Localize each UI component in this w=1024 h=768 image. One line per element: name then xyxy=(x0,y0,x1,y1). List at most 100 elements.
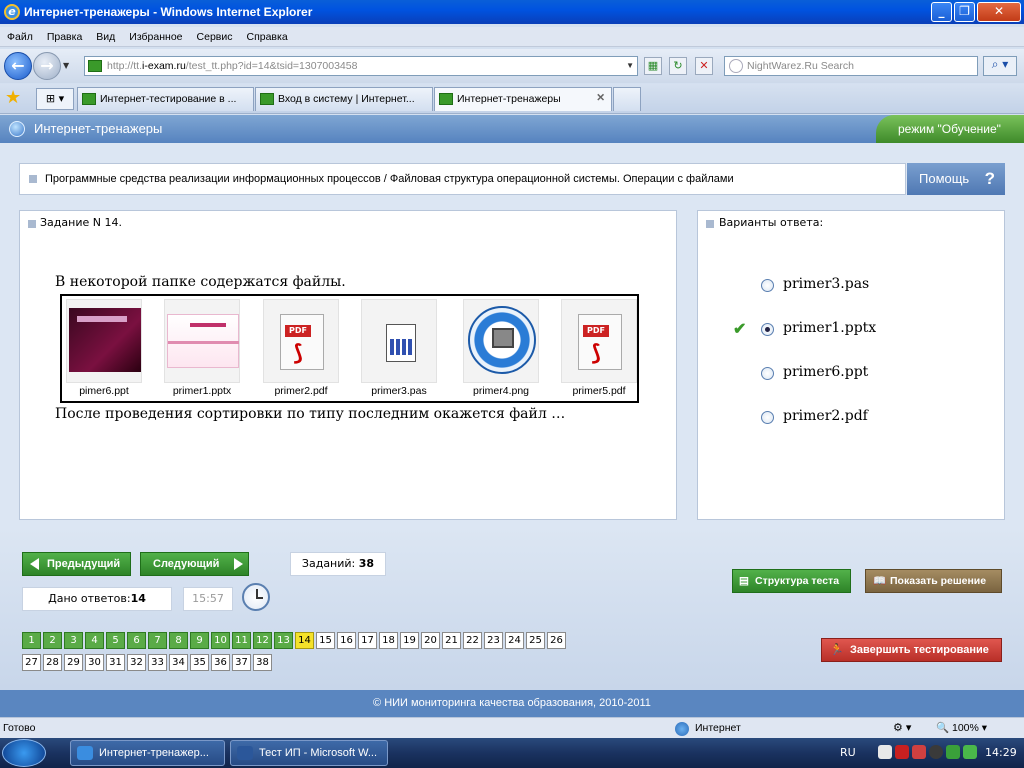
antivirus-icon[interactable] xyxy=(895,745,909,759)
radio-button[interactable] xyxy=(761,367,774,380)
question-number-button[interactable]: 38 xyxy=(253,654,272,671)
history-dropdown-icon[interactable]: ▼ xyxy=(63,61,69,70)
question-number-button[interactable]: 1 xyxy=(22,632,41,649)
compatibility-icon[interactable]: ▦ xyxy=(644,57,662,75)
tray-app-icon[interactable] xyxy=(912,745,926,759)
answer-option[interactable]: primer6.ppt xyxy=(761,364,868,384)
question-number-button[interactable]: 36 xyxy=(211,654,230,671)
menu-favorites[interactable]: Избранное xyxy=(122,27,189,43)
menu-file[interactable]: Файл xyxy=(0,27,40,43)
search-provider-icon xyxy=(729,59,743,73)
tab-exam[interactable]: Интернет-тестирование в ... xyxy=(77,87,254,111)
language-indicator[interactable]: RU xyxy=(840,746,856,759)
radio-button[interactable] xyxy=(761,323,774,336)
question-number-button[interactable]: 10 xyxy=(211,632,230,649)
answer-option[interactable]: ✔ primer1.pptx xyxy=(733,319,876,340)
tab-trainers[interactable]: Интернет-тренажеры ✕ xyxy=(434,87,612,111)
question-number-button[interactable]: 25 xyxy=(526,632,545,649)
question-number-button[interactable]: 33 xyxy=(148,654,167,671)
question-number-button[interactable]: 12 xyxy=(253,632,272,649)
tray-app-icon[interactable] xyxy=(963,745,977,759)
question-number-button[interactable]: 34 xyxy=(169,654,188,671)
favorites-star-icon[interactable]: ★ xyxy=(5,87,21,108)
menu-bar: Файл Правка Вид Избранное Сервис Справка xyxy=(0,27,1024,47)
address-dropdown-icon[interactable]: ▼ xyxy=(626,57,634,75)
question-number-button[interactable]: 8 xyxy=(169,632,188,649)
menu-edit[interactable]: Правка xyxy=(40,27,89,43)
radio-button[interactable] xyxy=(761,279,774,292)
question-number-button[interactable]: 17 xyxy=(358,632,377,649)
question-number-button[interactable]: 37 xyxy=(232,654,251,671)
tab-login[interactable]: Вход в систему | Интернет... xyxy=(255,87,433,111)
search-button[interactable]: ⌕ ▾ xyxy=(983,56,1017,76)
question-number-button[interactable]: 24 xyxy=(505,632,524,649)
window-title: Интернет-тренажеры - Windows Internet Ex… xyxy=(24,5,313,19)
protected-mode-icon[interactable]: ⚙ ▾ xyxy=(893,721,911,734)
question-number-button[interactable]: 28 xyxy=(43,654,62,671)
menu-tools[interactable]: Сервис xyxy=(190,27,240,43)
start-button[interactable] xyxy=(2,739,46,767)
olympiad-logo-icon xyxy=(468,306,536,374)
file-thumb: primer1.pptx xyxy=(163,299,241,399)
back-button[interactable]: ← xyxy=(4,52,32,80)
internet-zone-icon xyxy=(675,722,689,736)
question-number-button[interactable]: 7 xyxy=(148,632,167,649)
tasks-count: Заданий: 38 xyxy=(290,552,386,576)
finish-test-button[interactable]: 🏃 Завершить тестирование xyxy=(821,638,1002,662)
radio-button[interactable] xyxy=(761,411,774,424)
forward-button[interactable]: → xyxy=(33,52,61,80)
question-number-button[interactable]: 4 xyxy=(85,632,104,649)
question-number-button[interactable]: 13 xyxy=(274,632,293,649)
refresh-icon[interactable]: ↻ xyxy=(669,57,687,75)
task-header: Задание N 14. xyxy=(40,216,122,229)
question-number-button[interactable]: 3 xyxy=(64,632,83,649)
question-number-button[interactable]: 21 xyxy=(442,632,461,649)
question-number-button[interactable]: 9 xyxy=(190,632,209,649)
question-number-button[interactable]: 16 xyxy=(337,632,356,649)
question-number-button[interactable]: 35 xyxy=(190,654,209,671)
question-number-button[interactable]: 14 xyxy=(295,632,314,649)
tray-app-icon[interactable] xyxy=(946,745,960,759)
minimize-button[interactable]: _ xyxy=(931,2,952,22)
question-number-button[interactable]: 15 xyxy=(316,632,335,649)
taskbar-item-browser[interactable]: Интернет-тренажер... xyxy=(70,740,225,766)
question-number-button[interactable]: 5 xyxy=(106,632,125,649)
tab-close-icon[interactable]: ✕ xyxy=(596,92,605,104)
question-number-button[interactable]: 30 xyxy=(85,654,104,671)
question-number-button[interactable]: 26 xyxy=(547,632,566,649)
question-number-button[interactable]: 27 xyxy=(22,654,41,671)
address-input[interactable]: http://tt.i-exam.ru/test_tt.php?id=14&ts… xyxy=(84,56,638,76)
maximize-button[interactable]: ❐ xyxy=(954,2,975,22)
quick-tabs-icon[interactable]: ⊞ ▾ xyxy=(36,88,74,110)
tray-app-icon[interactable] xyxy=(878,745,892,759)
help-button[interactable]: Помощь ? xyxy=(907,163,1005,195)
question-number-button[interactable]: 29 xyxy=(64,654,83,671)
test-structure-button[interactable]: ▤ Структура теста xyxy=(732,569,851,593)
question-number-button[interactable]: 23 xyxy=(484,632,503,649)
stop-icon[interactable]: ✕ xyxy=(695,57,713,75)
question-number-button[interactable]: 2 xyxy=(43,632,62,649)
menu-help[interactable]: Справка xyxy=(239,27,294,43)
zoom-control[interactable]: 🔍 100% ▾ xyxy=(936,721,987,734)
show-solution-button[interactable]: 📖 Показать решение xyxy=(865,569,1002,593)
question-number-button[interactable]: 20 xyxy=(421,632,440,649)
answer-option[interactable]: primer2.pdf xyxy=(761,408,868,428)
question-number-button[interactable]: 11 xyxy=(232,632,251,649)
search-input[interactable]: NightWarez.Ru Search xyxy=(724,56,978,76)
answer-option[interactable]: primer3.pas xyxy=(761,276,869,296)
question-number-button[interactable]: 19 xyxy=(400,632,419,649)
question-number-button[interactable]: 18 xyxy=(379,632,398,649)
question-number-button[interactable]: 6 xyxy=(127,632,146,649)
tray-app-icon[interactable] xyxy=(929,745,943,759)
word-icon xyxy=(237,746,253,760)
taskbar-item-word[interactable]: Тест ИП - Microsoft W... xyxy=(230,740,388,766)
close-button[interactable]: ✕ xyxy=(977,2,1021,22)
menu-view[interactable]: Вид xyxy=(89,27,122,43)
question-number-button[interactable]: 32 xyxy=(127,654,146,671)
next-button[interactable]: Следующий xyxy=(140,552,249,576)
question-number-button[interactable]: 22 xyxy=(463,632,482,649)
new-tab-button[interactable] xyxy=(613,87,641,111)
tab-favicon-icon xyxy=(260,93,274,105)
question-number-button[interactable]: 31 xyxy=(106,654,125,671)
prev-button[interactable]: Предыдущий xyxy=(22,552,131,576)
